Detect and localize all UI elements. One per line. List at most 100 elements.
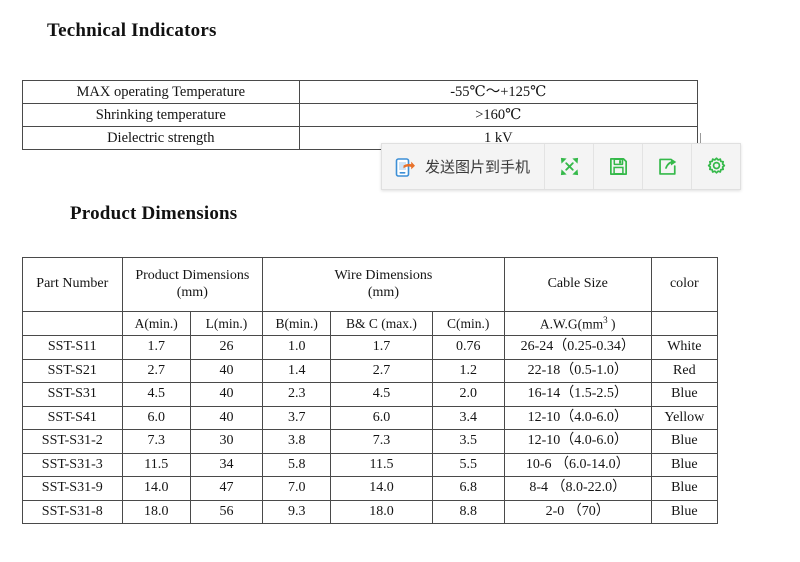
cell-a: 14.0 [121,476,191,501]
cell-b: 1.4 [262,358,332,383]
table-row: SST-S31-8 18.0 56 9.3 18.0 8.8 2-0 （70） … [22,499,719,524]
technical-indicators-table: MAX operating Temperature -55℃～+125℃ Shr… [22,80,699,150]
settings-button[interactable] [692,144,741,189]
cell-bc: 11.5 [330,452,433,477]
header-wire-dimensions-line2: (mm) [367,284,399,300]
table-row: SST-S11 1.7 26 1.0 1.7 0.76 26-24（0.25-0… [22,335,719,360]
cell-part: SST-S31-9 [22,476,123,501]
header-color: color [650,257,719,312]
cell-b: 3.7 [262,405,332,430]
cell-color: Blue [650,499,719,524]
tech-label-cell: Dielectric strength [22,126,300,150]
cell-a: 11.5 [121,452,191,477]
cell-awg: 10-6 （6.0-14.0） [503,452,652,477]
table-row: SST-S31-3 11.5 34 5.8 11.5 5.5 10-6 （6.0… [22,452,719,477]
subheader-awg-text: A.W.G(mm [539,316,604,332]
table-row: SST-S31-9 14.0 47 7.0 14.0 6.8 8-4 （8.0-… [22,476,719,501]
cell-c: 6.8 [431,476,505,501]
subheader-awg-tail: ) [607,316,616,332]
subheader-part-number-empty [22,311,123,336]
cell-part: SST-S21 [22,358,123,383]
phone-with-arrow-icon [394,156,416,178]
product-dimensions-table: Part Number Product Dimensions (mm) Wire… [22,257,719,524]
cell-bc: 6.0 [330,405,433,430]
cell-b: 7.0 [262,476,332,501]
send-image-to-phone-button[interactable]: 发送图片到手机 [382,144,546,189]
table-row: SST-S31-2 7.3 30 3.8 7.3 3.5 12-10（4.0-6… [22,429,719,454]
header-cable-size: Cable Size [503,257,652,312]
table-row: SST-S41 6.0 40 3.7 6.0 3.4 12-10（4.0-6.0… [22,405,719,430]
cell-bc: 7.3 [330,429,433,454]
cell-part: SST-S11 [22,335,123,360]
table-row: SST-S21 2.7 40 1.4 2.7 1.2 22-18（0.5-1.0… [22,358,719,383]
subheader-a-min: A(min.) [121,311,191,336]
header-wire-dimensions: Wire Dimensions (mm) [262,257,505,312]
cell-l: 26 [189,335,264,360]
cell-color: Blue [650,429,719,454]
image-floating-toolbar[interactable]: 发送图片到手机 [381,143,742,190]
share-button[interactable] [643,144,693,189]
header-product-dimensions-line1: Product Dimensions [135,268,250,284]
cell-c: 2.0 [431,382,505,407]
table-row: MAX operating Temperature -55℃～+125℃ [22,80,699,104]
subheader-b-min: B(min.) [262,311,332,336]
table-row: Shrinking temperature >160℃ [22,103,699,127]
cell-a: 4.5 [121,382,191,407]
cell-bc: 4.5 [330,382,433,407]
cell-bc: 18.0 [330,499,433,524]
subheader-c-min: C(min.) [431,311,505,336]
cell-l: 40 [189,405,264,430]
header-product-dimensions: Product Dimensions (mm) [121,257,264,312]
subheader-l-min: L(min.) [189,311,264,336]
cell-a: 6.0 [121,405,191,430]
header-wire-dimensions-line1: Wire Dimensions [334,268,433,284]
cell-b: 3.8 [262,429,332,454]
cell-b: 9.3 [262,499,332,524]
table-header-row-sub: A(min.) L(min.) B(min.) B& C (max.) C(mi… [22,311,719,336]
cell-awg: 22-18（0.5-1.0） [503,358,652,383]
header-product-dimensions-line2: (mm) [176,284,208,300]
cell-c: 3.5 [431,429,505,454]
page-title-product-dimensions: Product Dimensions [70,203,238,224]
cell-c: 1.2 [431,358,505,383]
cell-b: 1.0 [262,335,332,360]
cell-l: 40 [189,382,264,407]
cell-part: SST-S41 [22,405,123,430]
cell-bc: 14.0 [330,476,433,501]
fullscreen-button[interactable] [545,144,595,189]
cell-color: Yellow [650,405,719,430]
cell-bc: 2.7 [330,358,433,383]
tech-value-cell: -55℃～+125℃ [298,80,699,104]
cell-color: Blue [650,452,719,477]
subheader-color-empty [650,311,719,336]
gear-icon [706,156,727,177]
cell-part: SST-S31-2 [22,429,123,454]
cell-part: SST-S31 [22,382,123,407]
cell-l: 34 [189,452,264,477]
cell-l: 47 [189,476,264,501]
header-part-number: Part Number [22,257,123,312]
cell-a: 1.7 [121,335,191,360]
cell-awg: 8-4 （8.0-22.0） [503,476,652,501]
subheader-bc-max: B& C (max.) [330,311,433,336]
table-header-row-group: Part Number Product Dimensions (mm) Wire… [22,257,719,312]
cell-c: 5.5 [431,452,505,477]
tech-label-cell: Shrinking temperature [22,103,300,127]
cell-awg: 12-10（4.0-6.0） [503,405,652,430]
save-button[interactable] [594,144,644,189]
cell-a: 2.7 [121,358,191,383]
cell-color: Blue [650,382,719,407]
page-title-technical-indicators: Technical Indicators [47,20,217,41]
tech-label-cell: MAX operating Temperature [22,80,300,104]
cell-c: 3.4 [431,405,505,430]
cell-awg: 12-10（4.0-6.0） [503,429,652,454]
cell-a: 7.3 [121,429,191,454]
cell-awg: 16-14（1.5-2.5） [503,382,652,407]
floppy-disk-icon [608,156,629,177]
send-image-to-phone-label: 发送图片到手机 [425,159,531,176]
cell-c: 8.8 [431,499,505,524]
cell-l: 40 [189,358,264,383]
cell-c: 0.76 [431,335,505,360]
tech-value-cell: >160℃ [298,103,699,127]
cell-b: 5.8 [262,452,332,477]
